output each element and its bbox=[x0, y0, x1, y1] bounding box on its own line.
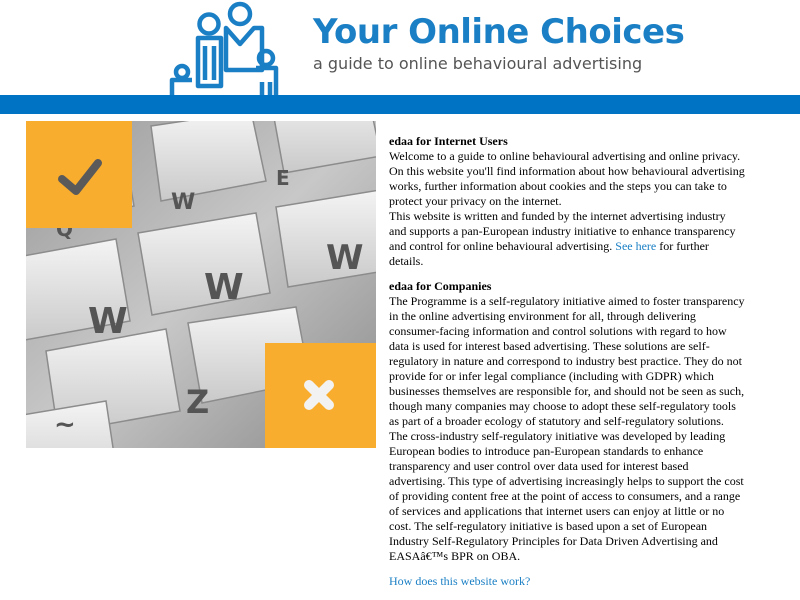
companies-heading: edaa for Companies bbox=[389, 279, 492, 293]
internet-users-funding: This website is written and funded by th… bbox=[389, 209, 745, 269]
svg-text:Z: Z bbox=[186, 383, 209, 421]
svg-text:W: W bbox=[171, 190, 195, 215]
keyboard-illustration: W E W W W Q Z ~ bbox=[26, 121, 376, 448]
companies-section: edaa for Companies The Programme is a se… bbox=[389, 279, 745, 564]
family-icon[interactable] bbox=[168, 0, 288, 95]
brand-subtitle: a guide to online behavioural advertisin… bbox=[313, 54, 643, 73]
svg-text:~: ~ bbox=[54, 410, 76, 440]
how-website-works-link[interactable]: How does this website work? bbox=[389, 574, 530, 588]
main-content: edaa for Internet Users Welcome to a gui… bbox=[389, 134, 745, 589]
internet-users-intro: Welcome to a guide to online behavioural… bbox=[389, 149, 745, 208]
site-header: Your Online Choices a guide to online be… bbox=[0, 0, 800, 95]
internet-users-section: edaa for Internet Users Welcome to a gui… bbox=[389, 134, 745, 269]
svg-text:W: W bbox=[204, 267, 244, 308]
svg-text:E: E bbox=[276, 166, 290, 190]
companies-body: The Programme is a self-regulatory initi… bbox=[389, 294, 745, 563]
header-blue-bar bbox=[0, 95, 800, 114]
brand-title[interactable]: Your Online Choices bbox=[313, 12, 685, 52]
svg-text:W: W bbox=[326, 238, 364, 278]
internet-users-heading: edaa for Internet Users bbox=[389, 134, 508, 148]
cross-icon bbox=[304, 380, 334, 410]
hero-keyboard-image: W E W W W Q Z ~ bbox=[26, 121, 376, 448]
see-here-link[interactable]: See here bbox=[615, 239, 656, 253]
svg-text:W: W bbox=[88, 301, 128, 342]
check-tile bbox=[26, 121, 132, 228]
